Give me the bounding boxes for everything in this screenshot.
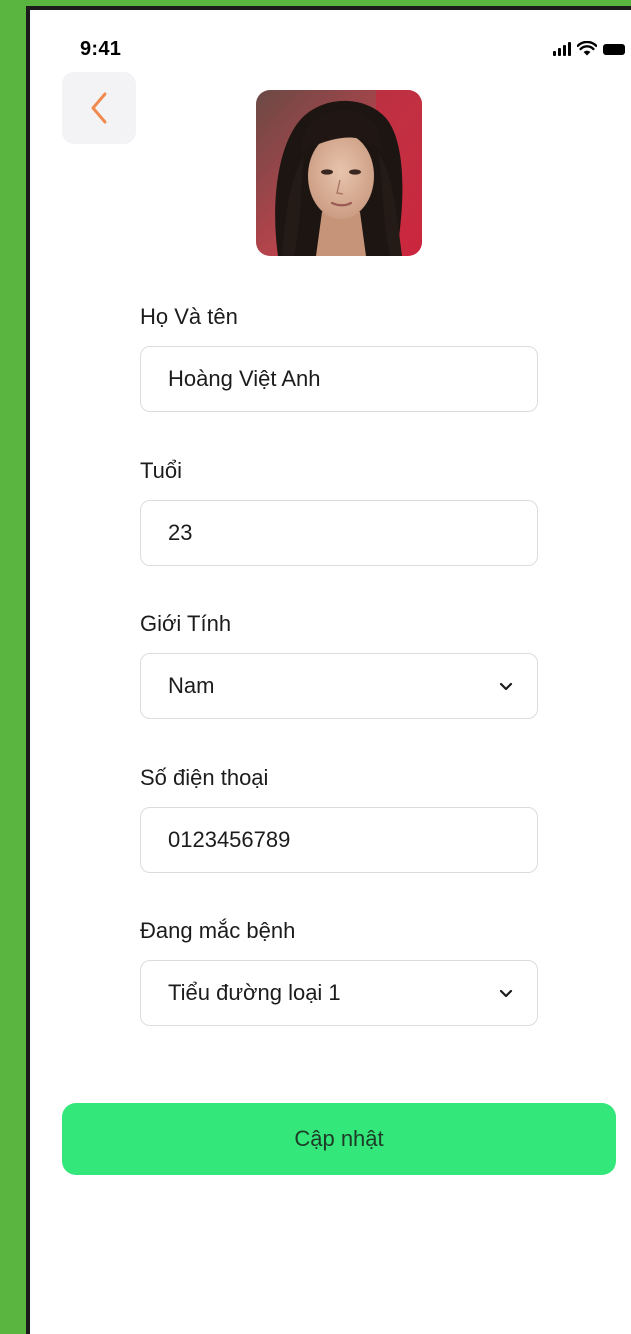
back-button[interactable] — [62, 72, 136, 144]
name-label: Họ Và tên — [140, 304, 238, 329]
avatar[interactable] — [256, 90, 422, 256]
status-time: 9:41 — [80, 38, 122, 60]
name-field[interactable]: Hoàng Việt Anh — [140, 346, 538, 412]
signal-icon — [553, 42, 571, 56]
gender-select[interactable]: Nam — [140, 653, 538, 719]
gender-label: Giới Tính — [140, 611, 232, 636]
avatar-photo — [256, 90, 422, 256]
age-value: 23 — [168, 520, 193, 545]
disease-select[interactable]: Tiểu đường loại 1 — [140, 960, 538, 1026]
update-button[interactable]: Cập nhật — [62, 1103, 616, 1175]
phone-screen: 9:41 Họ Và tên Hoàng Việt Anh Tuổi 23 Gi… — [26, 6, 631, 1334]
phone-label: Số điện thoại — [140, 765, 269, 790]
phone-value: 0123456789 — [168, 827, 291, 852]
name-value: Hoàng Việt Anh — [168, 366, 321, 391]
battery-icon — [603, 44, 625, 55]
phone-field[interactable]: 0123456789 — [140, 807, 538, 873]
gender-value: Nam — [168, 673, 215, 698]
disease-value: Tiểu đường loại 1 — [168, 980, 341, 1005]
chevron-down-icon — [499, 682, 513, 690]
wifi-icon — [577, 41, 597, 56]
disease-label: Đang mắc bệnh — [140, 918, 296, 943]
chevron-left-icon — [91, 92, 107, 124]
chevron-down-icon — [499, 989, 513, 997]
status-icons — [553, 40, 625, 56]
age-label: Tuổi — [140, 458, 182, 483]
age-field[interactable]: 23 — [140, 500, 538, 566]
